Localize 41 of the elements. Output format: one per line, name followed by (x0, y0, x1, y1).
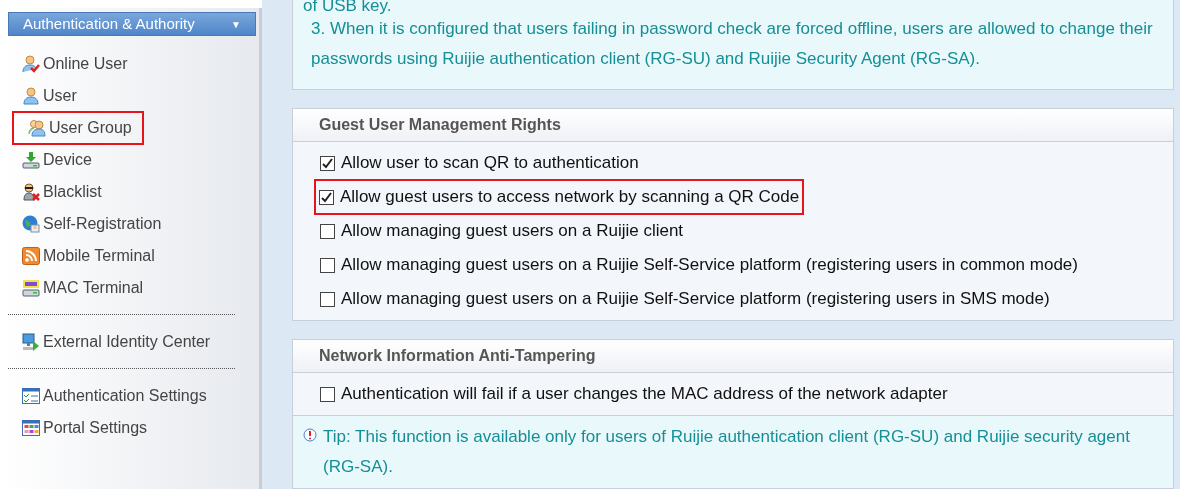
checkbox[interactable] (320, 257, 335, 273)
sidebar-item[interactable]: Self-Registration (8, 209, 172, 239)
device-download-icon (22, 151, 40, 169)
sidebar-item[interactable]: User Group (14, 113, 142, 143)
section-title: Guest User Management Rights (293, 109, 1173, 142)
rss-icon (22, 247, 40, 265)
checkbox-option[interactable]: Allow user to scan QR to authentication (319, 147, 640, 179)
checkbox[interactable] (320, 155, 335, 171)
monitor-arrow-icon (22, 333, 40, 351)
checkbox[interactable] (320, 223, 335, 239)
checkbox-option[interactable]: Allow guest users to access network by scanning a QR Code (316, 181, 803, 213)
user-blocked-icon (22, 183, 40, 201)
sidebar-item[interactable]: External Identity Center (8, 327, 221, 357)
sidebar-item[interactable]: Device (8, 145, 102, 175)
globe-user-icon (22, 215, 40, 233)
users-icon (28, 119, 46, 137)
checkbox-option[interactable]: Authentication will fail if a user changes the MAC address of the network adapter (319, 378, 949, 410)
sidebar-item[interactable]: Online User (8, 49, 138, 79)
grid-layout-icon (22, 419, 40, 437)
checkbox-option[interactable]: Allow managing guest users on a Ruijie Self-Service platform (registering users in SMS mode) (319, 283, 1051, 315)
checkmark-icon (321, 191, 332, 203)
sidebar-item[interactable]: Authentication Settings (8, 381, 217, 411)
checkbox-option[interactable]: Allow managing guest users on a Ruijie client (319, 215, 685, 247)
section-title: Network Information Anti-Tampering (293, 340, 1173, 373)
note-text: 3. When it is configured that users failing in password check are forced offline, users are allowed to change their passwords using Ruijie authentication client (RG-SU) and Ruijie Security Agent (RG-SA). (310, 18, 1154, 70)
checkbox[interactable] (320, 386, 335, 402)
checkbox[interactable] (319, 189, 334, 205)
checkbox-option[interactable]: Allow managing guest users on a Ruijie Self-Service platform (registering users in common mode) (319, 249, 1079, 281)
sidebar-item[interactable]: User (8, 81, 87, 111)
tip-text: Tip: This function is available only for users of Ruijie authentication client (RG-SU) and Ruijie security agent (RG-SA). (323, 426, 1131, 478)
checklist-icon (22, 387, 40, 405)
checkbox[interactable] (320, 291, 335, 307)
user-check-icon (22, 55, 40, 73)
sidebar-item[interactable]: Portal Settings (8, 413, 158, 443)
sidebar-item[interactable]: Blacklist (8, 177, 112, 207)
mac-device-icon (22, 279, 40, 297)
user-icon (22, 87, 40, 105)
info-icon (303, 428, 317, 442)
sidebar-item[interactable]: MAC Terminal (8, 273, 154, 303)
checkmark-icon (322, 157, 333, 169)
sidebar-item[interactable]: Mobile Terminal (8, 241, 165, 271)
